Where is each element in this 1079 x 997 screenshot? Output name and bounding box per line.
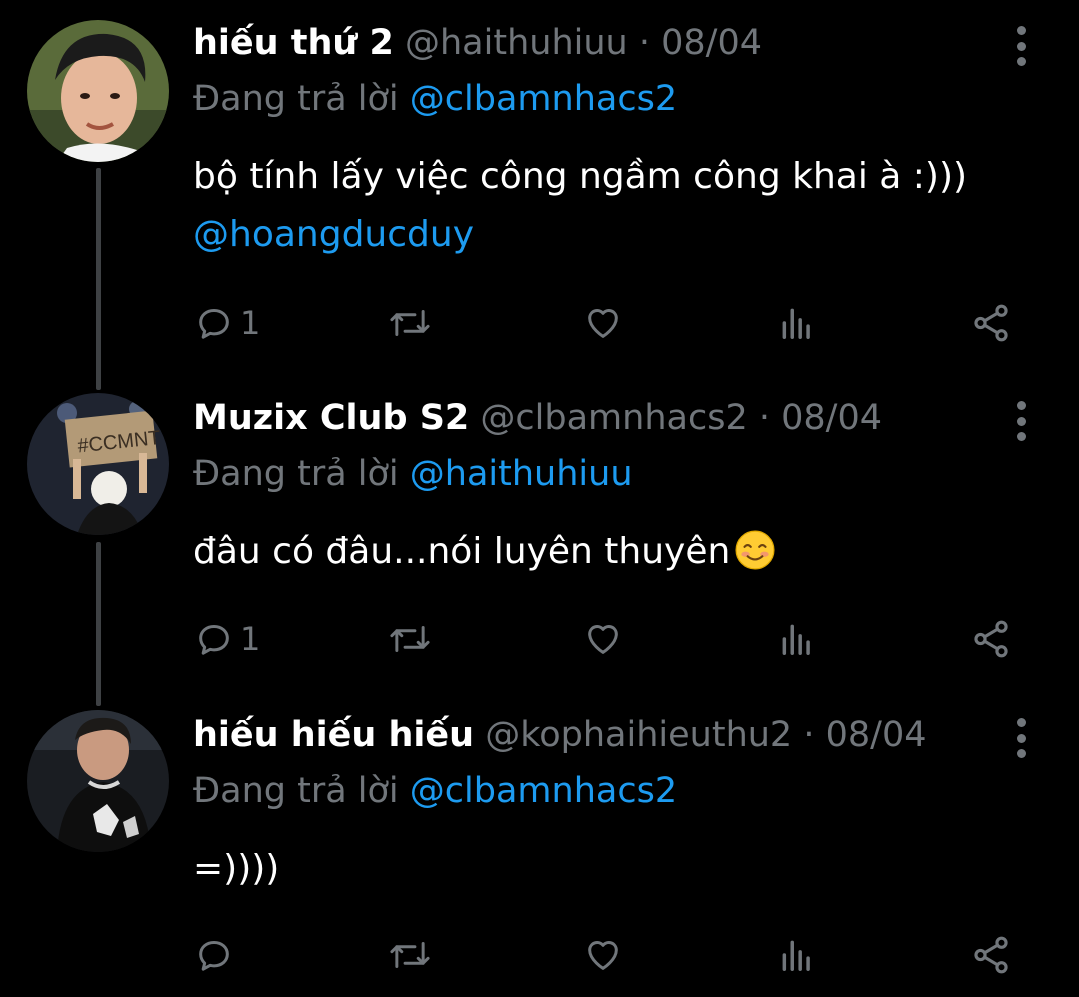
replying-to: Đang trả lời @clbamnhacs2 xyxy=(193,74,677,124)
tweet-text: =)))) xyxy=(193,840,1033,898)
share-button[interactable] xyxy=(970,614,1012,664)
like-icon xyxy=(582,619,624,659)
views-button[interactable] xyxy=(778,930,816,980)
avatar-photo: #CCMNT xyxy=(27,393,169,535)
tweet-actions xyxy=(0,930,1079,980)
share-icon xyxy=(970,934,1012,976)
reply-icon xyxy=(194,619,234,659)
tweet-actions: 1 xyxy=(0,614,1079,664)
separator: · xyxy=(758,398,770,438)
reply-button[interactable]: 1 xyxy=(194,614,260,664)
like-button[interactable] xyxy=(582,930,624,980)
retweet-icon xyxy=(387,935,433,975)
thread-connector xyxy=(96,168,101,390)
replying-to-label: Đang trả lời xyxy=(193,454,399,494)
like-button[interactable] xyxy=(582,614,624,664)
share-button[interactable] xyxy=(970,298,1012,348)
replying-to-label: Đang trả lời xyxy=(193,771,399,811)
replying-to-mention[interactable]: @clbamnhacs2 xyxy=(410,771,677,811)
replying-to-label: Đang trả lời xyxy=(193,79,399,119)
display-name[interactable]: Muzix Club S2 xyxy=(193,398,469,438)
reply-count: 1 xyxy=(240,304,261,342)
views-button[interactable] xyxy=(778,614,816,664)
tweet-date[interactable]: 08/04 xyxy=(661,23,762,63)
retweet-button[interactable] xyxy=(387,930,433,980)
reply-button[interactable] xyxy=(194,930,240,980)
like-icon xyxy=(582,935,624,975)
display-name[interactable]: hiếu thứ 2 xyxy=(193,23,394,63)
reply-icon xyxy=(194,935,234,975)
avatar-photo xyxy=(27,710,169,852)
share-icon xyxy=(970,618,1012,660)
user-handle[interactable]: @clbamnhacs2 xyxy=(480,398,747,438)
retweet-icon xyxy=(387,619,433,659)
separator: · xyxy=(803,715,815,755)
tweet-text-line: bộ tính lấy việc công ngầm công khai à :… xyxy=(193,156,968,197)
retweet-icon xyxy=(387,303,433,343)
replying-to: Đang trả lời @haithuhiuu xyxy=(193,449,633,499)
views-button[interactable] xyxy=(778,298,816,348)
retweet-button[interactable] xyxy=(387,298,433,348)
avatar[interactable] xyxy=(27,710,169,852)
views-icon xyxy=(778,303,816,343)
tweet-actions: 1 xyxy=(0,298,1079,348)
share-icon xyxy=(970,302,1012,344)
avatar[interactable] xyxy=(27,20,169,162)
replying-to-mention[interactable]: @haithuhiuu xyxy=(410,454,633,494)
tweet-header: Muzix Club S2 @clbamnhacs2 · 08/04 xyxy=(193,393,882,443)
tweet-text-line: đâu có đâu...nói luyên thuyên xyxy=(193,523,1033,581)
more-options-icon[interactable] xyxy=(1005,718,1037,758)
tweet-header: hiếu hiếu hiếu @kophaihieuthu2 · 08/04 xyxy=(193,710,927,760)
display-name[interactable]: hiếu hiếu hiếu xyxy=(193,715,474,755)
reply-count: 1 xyxy=(240,620,261,658)
more-options-icon[interactable] xyxy=(1005,401,1037,441)
tweet-text-line: =)))) xyxy=(193,848,280,889)
reply-button[interactable]: 1 xyxy=(194,298,260,348)
smiling-face-emoji xyxy=(735,530,775,570)
user-handle[interactable]: @kophaihieuthu2 xyxy=(485,715,792,755)
like-icon xyxy=(582,303,624,343)
tweet-date[interactable]: 08/04 xyxy=(826,715,927,755)
avatar[interactable]: #CCMNT xyxy=(27,393,169,535)
tweet-date[interactable]: 08/04 xyxy=(781,398,882,438)
like-button[interactable] xyxy=(582,298,624,348)
tweet-header: hiếu thứ 2 @haithuhiuu · 08/04 xyxy=(193,18,762,68)
replying-to: Đang trả lời @clbamnhacs2 xyxy=(193,766,677,816)
views-icon xyxy=(778,935,816,975)
separator: · xyxy=(638,23,650,63)
user-handle[interactable]: @haithuhiuu xyxy=(405,23,628,63)
reply-icon xyxy=(194,303,234,343)
replying-to-mention[interactable]: @clbamnhacs2 xyxy=(410,79,677,119)
retweet-button[interactable] xyxy=(387,614,433,664)
avatar-photo xyxy=(27,20,169,162)
more-options-icon[interactable] xyxy=(1005,26,1037,66)
share-button[interactable] xyxy=(970,930,1012,980)
tweet-text: đâu có đâu...nói luyên thuyên xyxy=(193,523,1033,581)
tweet-mention[interactable]: @hoangducduy xyxy=(193,206,1033,264)
tweet-text-content: đâu có đâu...nói luyên thuyên xyxy=(193,531,731,572)
tweet-text: bộ tính lấy việc công ngầm công khai à :… xyxy=(193,148,1033,264)
views-icon xyxy=(778,619,816,659)
